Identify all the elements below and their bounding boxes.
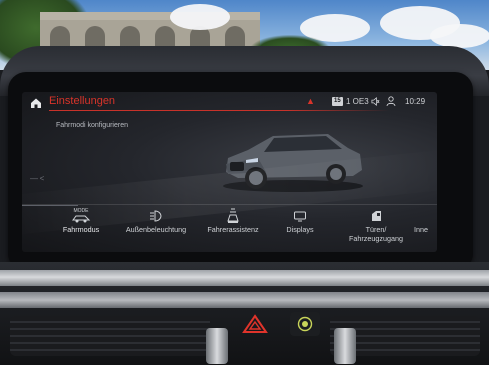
radio-station: 1 OE3 bbox=[346, 97, 369, 106]
tab-label: Displays bbox=[286, 225, 314, 234]
headlight-icon bbox=[150, 210, 162, 222]
tab-displays[interactable]: Displays bbox=[274, 202, 326, 252]
driver-assist-icon bbox=[227, 208, 239, 223]
tab-bar: MODE Fahrmodus Außenbeleuchtung Fahreras… bbox=[22, 202, 437, 252]
door-icon bbox=[372, 211, 381, 221]
top-bar: Einstellungen ▲ 15 1 OE3 10:29 bbox=[22, 92, 437, 114]
idrive-screen: Einstellungen ▲ 15 1 OE3 10:29 Fahrmodi … bbox=[22, 92, 437, 252]
page-title: Einstellungen bbox=[49, 95, 116, 107]
tab-fahrerassistenz[interactable]: Fahrerassistenz bbox=[198, 202, 268, 252]
tab-label: Fahrmodus bbox=[62, 225, 100, 234]
mode-icon: MODE bbox=[72, 208, 91, 223]
tab-tueren-fahrzeugzugang[interactable]: Türen/ Fahrzeugzugang bbox=[340, 202, 412, 252]
tab-label: Außenbeleuchtung bbox=[125, 225, 187, 234]
tab-aussenbeleuchtung[interactable]: Außenbeleuchtung bbox=[118, 202, 194, 252]
tab-fahrmodus[interactable]: MODE Fahrmodus bbox=[50, 202, 112, 252]
tab-innen[interactable]: Inne bbox=[414, 202, 437, 252]
tab-label: Fahrerassistenz bbox=[207, 225, 259, 234]
sos-icon bbox=[297, 316, 313, 332]
car-image bbox=[223, 134, 363, 192]
air-vent-left[interactable] bbox=[10, 316, 210, 356]
svg-text:MODE: MODE bbox=[74, 208, 90, 214]
active-tab-indicator bbox=[22, 205, 78, 206]
tab-track bbox=[22, 204, 437, 205]
tab-label: Türen/ Fahrzeugzugang bbox=[349, 225, 403, 243]
display-icon bbox=[294, 211, 306, 222]
radio-preset-badge: 15 bbox=[332, 97, 343, 106]
chrome-trim-lower bbox=[0, 292, 489, 308]
vent-knob-left[interactable] bbox=[206, 328, 228, 364]
scroll-left-indicator[interactable]: — < bbox=[30, 174, 44, 183]
emergency-call-button[interactable] bbox=[290, 312, 320, 336]
tab-label: Inne bbox=[414, 225, 428, 234]
hazard-button[interactable] bbox=[242, 314, 268, 334]
section-subtitle: Fahrmodi konfigurieren bbox=[56, 122, 128, 129]
vent-knob-right[interactable] bbox=[334, 328, 356, 364]
speaker-mute-icon bbox=[371, 97, 380, 106]
title-underline bbox=[49, 110, 389, 111]
home-icon[interactable] bbox=[30, 97, 42, 109]
user-profile-icon bbox=[386, 96, 396, 107]
chevron-up-icon[interactable]: ▲ bbox=[306, 96, 315, 106]
chrome-trim bbox=[0, 270, 489, 286]
clock: 10:29 bbox=[405, 97, 426, 106]
